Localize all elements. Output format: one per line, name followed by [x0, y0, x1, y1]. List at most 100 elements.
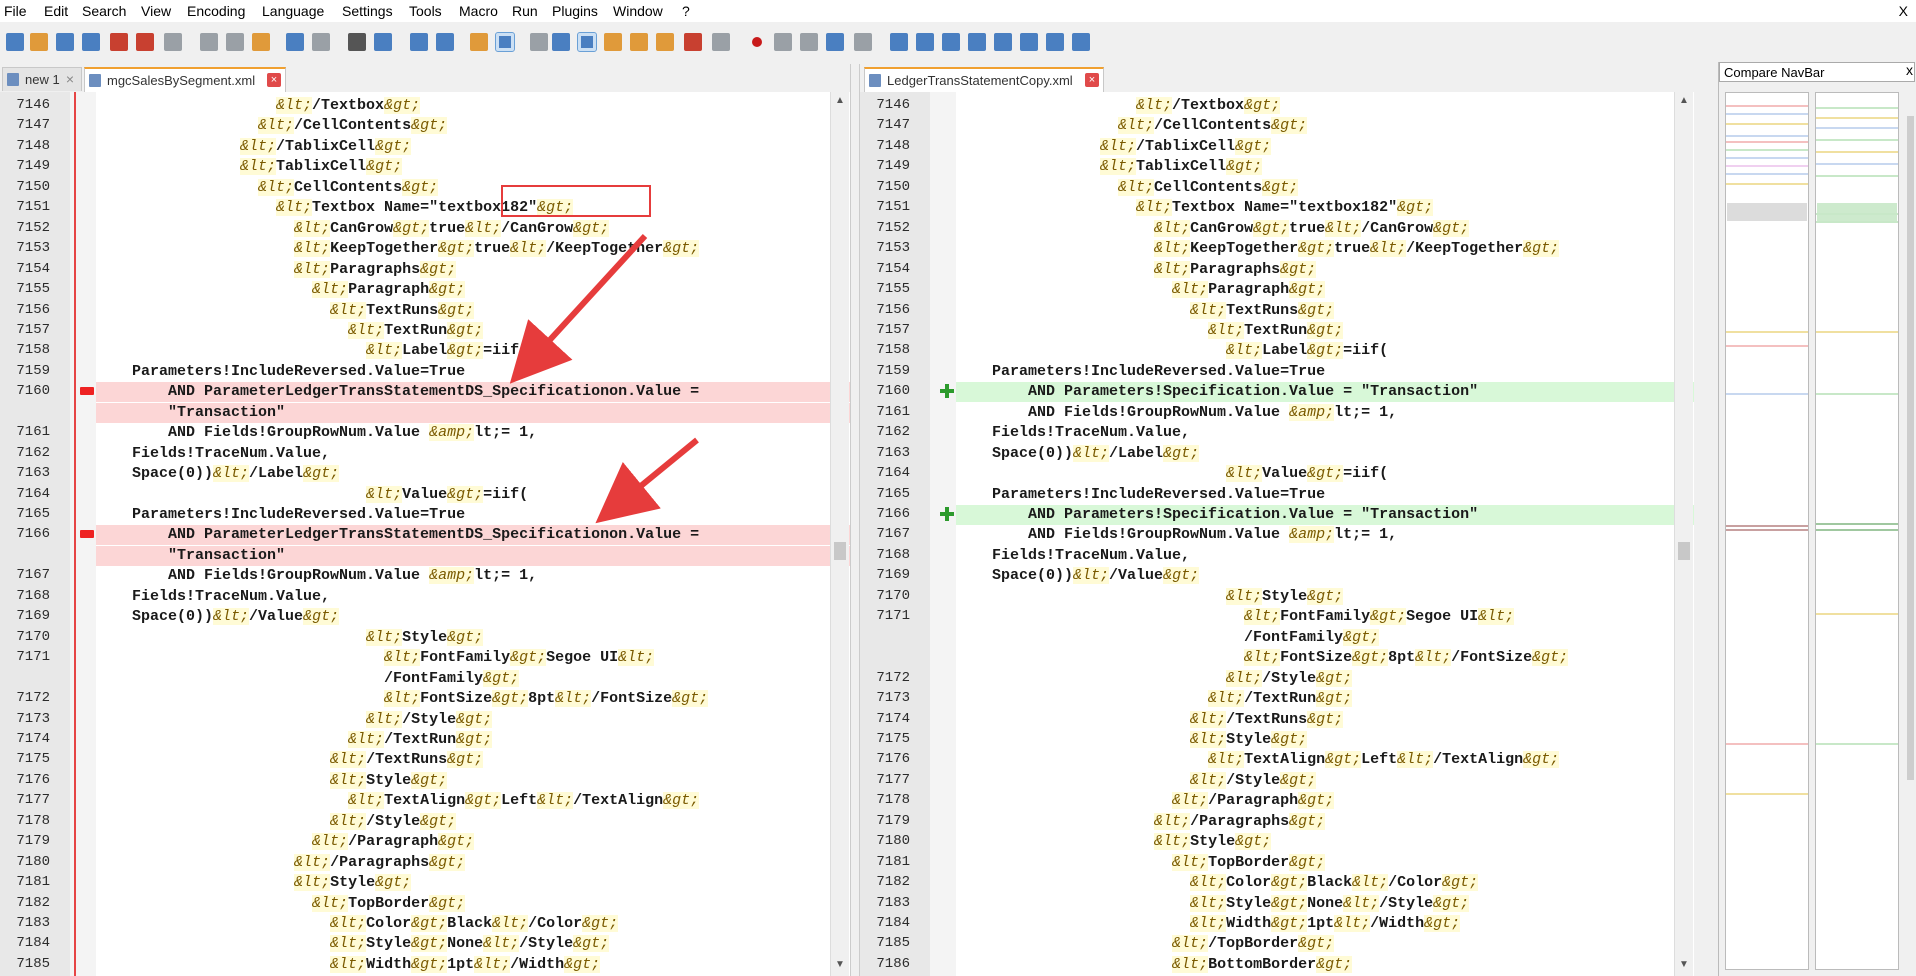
save-macro-icon[interactable]: [854, 33, 872, 51]
code-line[interactable]: 7170 &lt;Style&gt;: [0, 628, 850, 648]
compare-navbar-icon[interactable]: [1072, 33, 1090, 51]
function-list-icon[interactable]: [656, 33, 674, 51]
paste-icon[interactable]: [252, 33, 270, 51]
scroll-up-icon[interactable]: ▲: [1679, 96, 1689, 106]
code-line[interactable]: 7178 &lt;/Paragraph&gt;: [860, 791, 1694, 811]
code-line[interactable]: &lt;FontSize&gt;8pt&lt;/FontSize&gt;: [860, 648, 1694, 668]
deleted-line[interactable]: 7160 AND ParameterLedgerTransStatementDS…: [16, 382, 850, 403]
last-diff-icon[interactable]: [1046, 33, 1064, 51]
code-line[interactable]: 7164 &lt;Value&gt;=iif(: [0, 485, 850, 505]
deleted-line[interactable]: 7166 AND ParameterLedgerTransStatementDS…: [16, 525, 850, 546]
prev-diff-icon[interactable]: [994, 33, 1012, 51]
code-line[interactable]: 7157 &lt;TextRun&gt;: [0, 321, 850, 341]
code-line[interactable]: 7159 Parameters!IncludeReversed.Value=Tr…: [860, 362, 1694, 382]
code-line[interactable]: 7186 &lt;BottomBorder&gt;: [860, 955, 1694, 975]
sync-vertical-icon[interactable]: [470, 33, 488, 51]
code-line[interactable]: 7153 &lt;KeepTogether&gt;true&lt;/KeepTo…: [860, 239, 1694, 259]
code-line[interactable]: 7151 &lt;Textbox Name="textbox182"&gt;: [0, 198, 850, 218]
code-line[interactable]: 7146 &lt;/Textbox&gt;: [0, 96, 850, 116]
code-line[interactable]: 7149 &lt;TablixCell&gt;: [0, 157, 850, 177]
menu-encoding[interactable]: Encoding: [187, 3, 245, 19]
menu-file[interactable]: File: [4, 3, 27, 19]
scroll-down-icon[interactable]: ▼: [1679, 960, 1689, 970]
code-line[interactable]: 7175 &lt;Style&gt;: [860, 730, 1694, 750]
sync-horizontal-icon[interactable]: [495, 32, 515, 52]
right-editor-pane[interactable]: 7146 &lt;/Textbox&gt; 7147 &lt;/CellConte…: [860, 92, 1694, 976]
code-line[interactable]: 7183 &lt;Style&gt;None&lt;/Style&gt;: [860, 894, 1694, 914]
code-line[interactable]: 7181 &lt;Style&gt;: [0, 873, 850, 893]
code-line[interactable]: 7162 Fields!TraceNum.Value,: [860, 423, 1694, 443]
code-line[interactable]: 7150 &lt;CellContents&gt;: [860, 178, 1694, 198]
menu-macro[interactable]: Macro: [459, 3, 498, 19]
code-line[interactable]: 7182 &lt;TopBorder&gt;: [0, 894, 850, 914]
code-line[interactable]: 7180 &lt;/Paragraphs&gt;: [0, 853, 850, 873]
menu-run[interactable]: Run: [512, 3, 538, 19]
code-line[interactable]: 7178 &lt;/Style&gt;: [0, 812, 850, 832]
code-line[interactable]: /FontFamily&gt;: [0, 669, 850, 689]
code-line[interactable]: 7165 Parameters!IncludeReversed.Value=Tr…: [0, 505, 850, 525]
tab-new-1[interactable]: new 1 ×: [2, 67, 82, 91]
code-line[interactable]: 7175 &lt;/TextRuns&gt;: [0, 750, 850, 770]
save-icon[interactable]: [56, 33, 74, 51]
code-line[interactable]: 7185 &lt;Width&gt;1pt&lt;/Width&gt;: [0, 955, 850, 975]
code-line[interactable]: 7168 Fields!TraceNum.Value,: [0, 587, 850, 607]
scroll-up-icon[interactable]: ▲: [835, 96, 845, 106]
code-line[interactable]: 7167 AND Fields!GroupRowNum.Value &amp;l…: [0, 566, 850, 586]
redo-icon[interactable]: [312, 33, 330, 51]
new-file-icon[interactable]: [6, 33, 24, 51]
undo-icon[interactable]: [286, 33, 304, 51]
scroll-down-icon[interactable]: ▼: [835, 960, 845, 970]
navbar-viewport-indicator[interactable]: [1817, 203, 1897, 221]
scroll-thumb[interactable]: [1678, 542, 1690, 560]
code-line[interactable]: 7173 &lt;/TextRun&gt;: [860, 689, 1694, 709]
tab-close-icon[interactable]: ×: [1085, 73, 1099, 87]
code-line[interactable]: 7163 Space(0))&lt;/Label&gt;: [860, 444, 1694, 464]
menu-help[interactable]: ?: [682, 3, 690, 19]
tab-ledgertransstatementcopy[interactable]: LedgerTransStatementCopy.xml ×: [864, 67, 1104, 92]
code-line[interactable]: 7149 &lt;TablixCell&gt;: [860, 157, 1694, 177]
code-line[interactable]: 7148 &lt;/TablixCell&gt;: [0, 137, 850, 157]
record-macro-icon[interactable]: [748, 33, 766, 51]
menu-search[interactable]: Search: [82, 3, 126, 19]
compare-icon[interactable]: [890, 33, 908, 51]
code-line[interactable]: 7173 &lt;/Style&gt;: [0, 710, 850, 730]
tab-close-icon[interactable]: ×: [63, 72, 77, 86]
code-line[interactable]: 7179 &lt;/Paragraphs&gt;: [860, 812, 1694, 832]
code-line[interactable]: 7170 &lt;Style&gt;: [860, 587, 1694, 607]
code-line[interactable]: 7184 &lt;Style&gt;None&lt;/Style&gt;: [0, 934, 850, 954]
code-line[interactable]: 7168 Fields!TraceNum.Value,: [860, 546, 1694, 566]
navbar-viewport-indicator[interactable]: [1727, 203, 1807, 221]
navbar-right-map[interactable]: [1815, 92, 1899, 970]
code-line[interactable]: 7172 &lt;FontSize&gt;8pt&lt;/FontSize&gt…: [0, 689, 850, 709]
code-line[interactable]: 7147 &lt;/CellContents&gt;: [860, 116, 1694, 136]
menu-language[interactable]: Language: [262, 3, 324, 19]
code-line[interactable]: 7161 AND Fields!GroupRowNum.Value &amp;l…: [860, 403, 1694, 423]
open-file-icon[interactable]: [30, 33, 48, 51]
code-line[interactable]: 7163 Space(0))&lt;/Label&gt;: [0, 464, 850, 484]
navbar-scrollbar[interactable]: [1905, 92, 1916, 970]
code-line[interactable]: 7158 &lt;Label&gt;=iif(: [860, 341, 1694, 361]
code-line[interactable]: 7174 &lt;/TextRun&gt;: [0, 730, 850, 750]
code-line[interactable]: 7183 &lt;Color&gt;Black&lt;/Color&gt;: [0, 914, 850, 934]
code-line[interactable]: 7155 &lt;Paragraph&gt;: [860, 280, 1694, 300]
menu-plugins[interactable]: Plugins: [552, 3, 598, 19]
code-line[interactable]: 7156 &lt;TextRuns&gt;: [860, 301, 1694, 321]
window-close-button[interactable]: X: [1899, 3, 1908, 19]
deleted-line[interactable]: "Transaction": [96, 402, 850, 423]
menu-window[interactable]: Window: [613, 3, 663, 19]
code-line[interactable]: 7150 &lt;CellContents&gt;: [0, 178, 850, 198]
menu-view[interactable]: View: [141, 3, 171, 19]
document-map-icon[interactable]: [630, 33, 648, 51]
code-line[interactable]: 7176 &lt;Style&gt;: [0, 771, 850, 791]
show-all-chars-icon[interactable]: [552, 33, 570, 51]
tab-mgcsalesbysegment[interactable]: mgcSalesBySegment.xml ×: [84, 67, 286, 92]
code-line[interactable]: 7148 &lt;/TablixCell&gt;: [860, 137, 1694, 157]
menu-tools[interactable]: Tools: [409, 3, 442, 19]
code-line[interactable]: /FontFamily&gt;: [860, 628, 1694, 648]
monitoring-icon[interactable]: [712, 33, 730, 51]
code-line[interactable]: 7154 &lt;Paragraphs&gt;: [860, 260, 1694, 280]
code-line[interactable]: 7169 Space(0))&lt;/Value&gt;: [0, 607, 850, 627]
navbar-scroll-thumb[interactable]: [1907, 116, 1914, 780]
left-editor-pane[interactable]: 7146 &lt;/Textbox&gt; 7147 &lt;/CellConte…: [0, 92, 850, 976]
code-line[interactable]: 7181 &lt;TopBorder&gt;: [860, 853, 1694, 873]
